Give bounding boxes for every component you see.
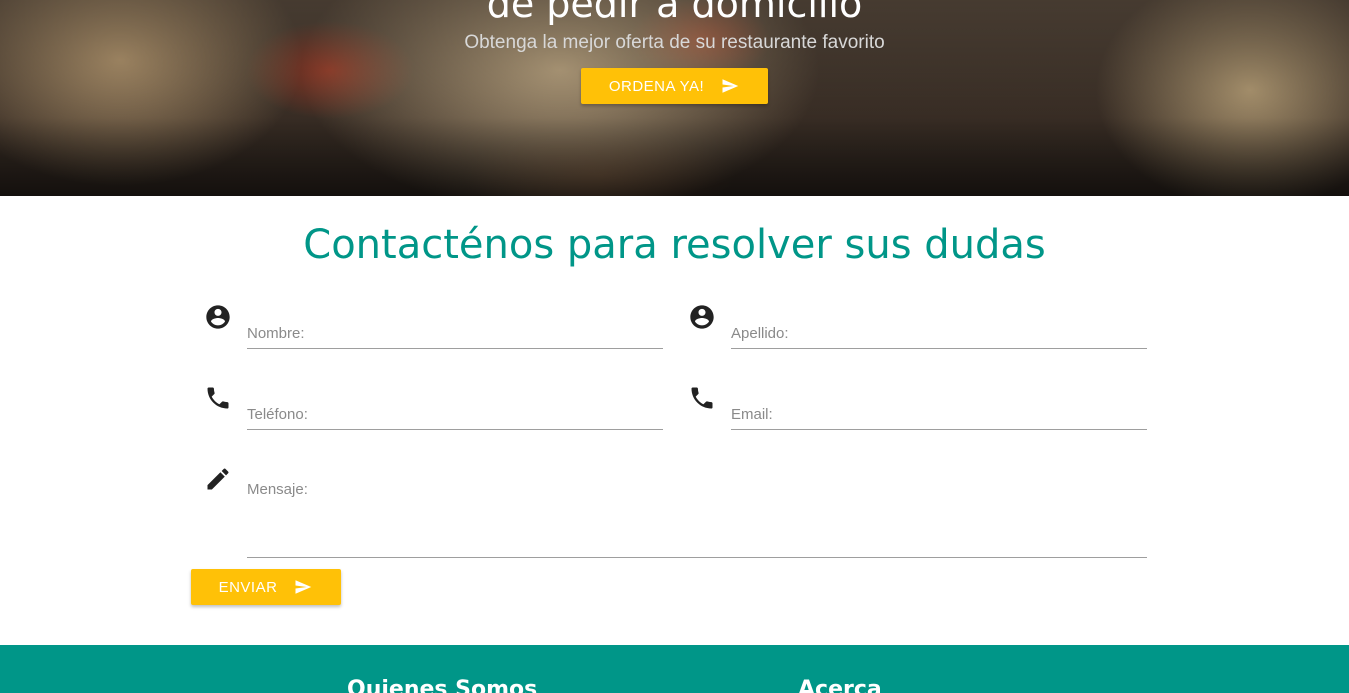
email-field — [688, 384, 1147, 454]
email-input[interactable] — [731, 392, 1147, 430]
order-now-label: ORDENA YA! — [608, 77, 705, 95]
phone-icon — [204, 384, 232, 412]
phone-icon — [688, 384, 716, 412]
mensaje-input[interactable] — [247, 473, 1147, 558]
hero-subtitle: Obtenga la mejor oferta de su restaurant… — [464, 32, 885, 53]
send-button[interactable]: ENVIAR — [191, 569, 341, 605]
hero-title: de pedir a domicilio — [486, 0, 863, 26]
mensaje-field — [204, 465, 1147, 558]
footer-heading-acerca: Acerca — [798, 677, 882, 693]
apellido-input[interactable] — [731, 311, 1147, 349]
footer-heading-quienes-somos: Quienes Somos — [347, 677, 538, 693]
hero-banner: de pedir a domicilio Obtenga la mejor of… — [0, 0, 1349, 196]
account-circle-icon — [688, 303, 716, 331]
send-icon — [295, 580, 312, 594]
nombre-input[interactable] — [247, 311, 663, 349]
send-button-label: ENVIAR — [218, 578, 278, 596]
hero-content: de pedir a domicilio Obtenga la mejor of… — [0, 0, 1349, 196]
order-now-button[interactable]: ORDENA YA! — [581, 68, 768, 104]
footer: Quienes Somos Acerca — [0, 645, 1349, 693]
contact-title: Contacténos para resolver sus dudas — [303, 222, 1046, 268]
nombre-field — [204, 303, 663, 373]
send-icon — [722, 79, 739, 93]
apellido-field — [688, 303, 1147, 373]
telefono-field — [204, 384, 663, 454]
telefono-input[interactable] — [247, 392, 663, 430]
pencil-icon — [204, 465, 232, 493]
account-circle-icon — [204, 303, 232, 331]
